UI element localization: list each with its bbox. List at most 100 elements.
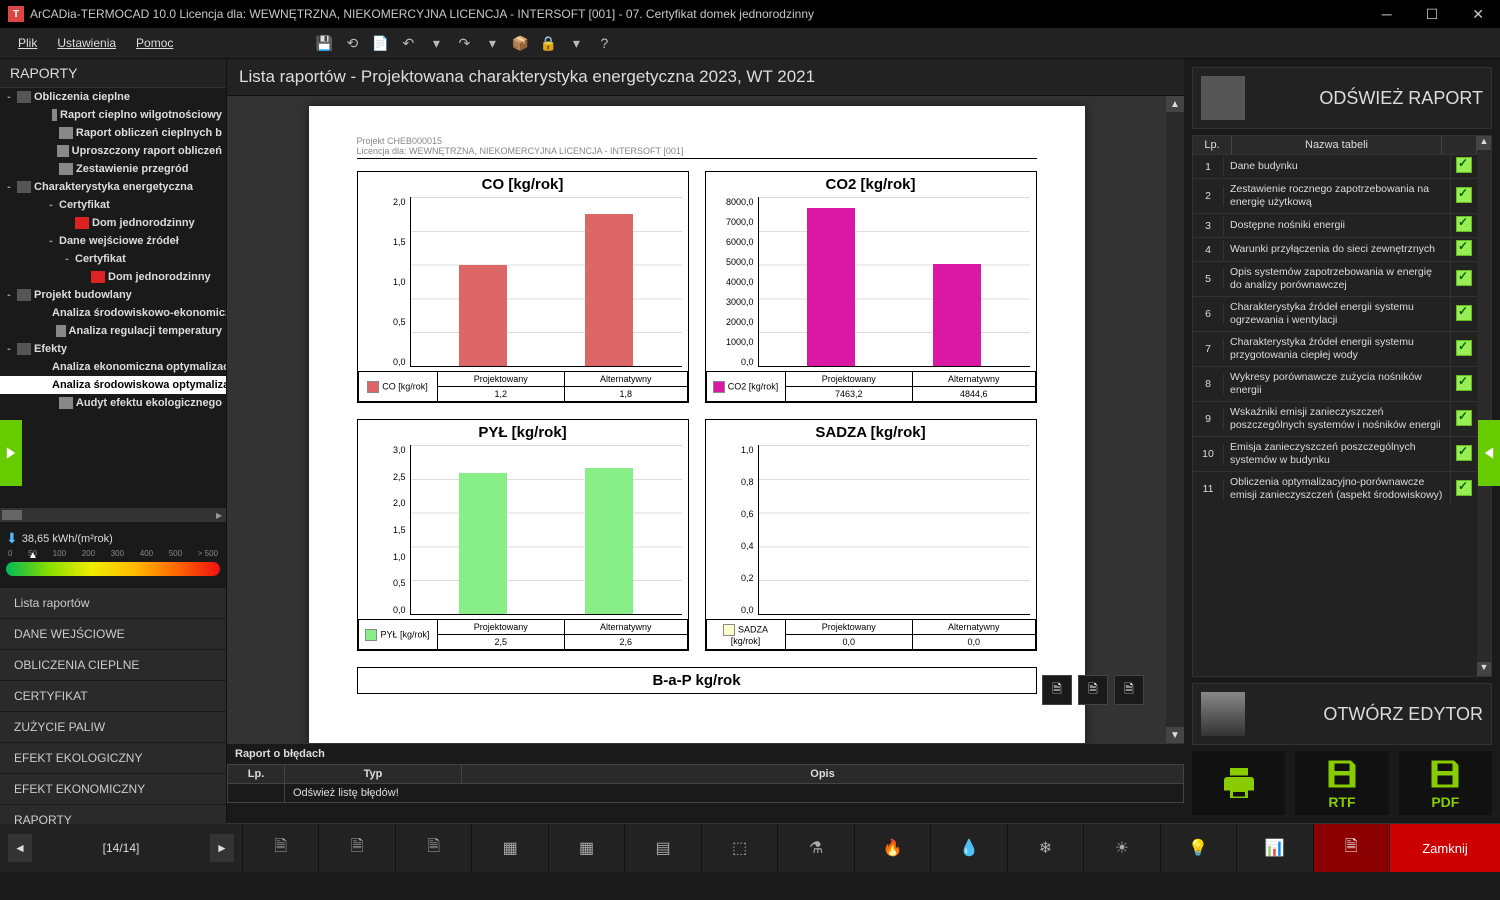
tree-item[interactable]: Analiza środowiskowa optymalizacji — [0, 376, 226, 394]
menu-pomoc[interactable]: Pomoc — [128, 32, 181, 54]
table-row[interactable]: 7Charakterystyka źródeł energii systemu … — [1193, 331, 1477, 366]
tree-item[interactable]: -Obliczenia cieplne — [0, 88, 226, 106]
bottom-tab-3[interactable]: ▦ — [472, 824, 548, 872]
checkbox[interactable] — [1456, 240, 1472, 256]
undo-icon[interactable]: ↶ — [399, 34, 417, 52]
tree-item[interactable]: Dom jednorodzinny — [0, 268, 226, 286]
tree-horizontal-scrollbar[interactable]: ▸ — [0, 508, 226, 522]
tree-item[interactable]: Analiza ekonomiczna optymalizacji — [0, 358, 226, 376]
bottom-tab-1[interactable]: 🗎 — [319, 824, 395, 872]
table-list-scrollbar[interactable]: ▲▼ — [1477, 136, 1491, 676]
tree-item[interactable]: Raport cieplno wilgotnościowy — [0, 106, 226, 124]
bottom-tab-10[interactable]: ❄ — [1008, 824, 1084, 872]
bottom-tab-8[interactable]: 🔥 — [855, 824, 931, 872]
sidenav-item[interactable]: DANE WEJŚCIOWE — [0, 619, 226, 650]
tree-item[interactable]: Analiza środowiskowo-ekonomiczna — [0, 304, 226, 322]
checkbox[interactable] — [1456, 480, 1472, 496]
tree-item[interactable]: -Dane wejściowe źródeł — [0, 232, 226, 250]
bottom-tab-6[interactable]: ⬚ — [702, 824, 778, 872]
bottom-tab-4[interactable]: ▦ — [549, 824, 625, 872]
table-row[interactable]: 2Zestawienie rocznego zapotrzebowania na… — [1193, 178, 1477, 213]
sidenav-item[interactable]: CERTYFIKAT — [0, 681, 226, 712]
undo-dropdown-icon[interactable]: ▾ — [427, 34, 445, 52]
print-button[interactable] — [1192, 751, 1285, 815]
sidenav-item[interactable]: EFEKT EKOLOGICZNY — [0, 743, 226, 774]
bottom-tab-14[interactable]: 🗎 — [1314, 824, 1390, 872]
document-vertical-scrollbar[interactable]: ▲▼ — [1166, 96, 1184, 743]
bottom-tab-0[interactable]: 🗎 — [243, 824, 319, 872]
refresh-report-button[interactable]: ODŚWIEŻ RAPORT — [1192, 67, 1492, 129]
redo-dropdown-icon[interactable]: ▾ — [483, 34, 501, 52]
tree-item[interactable]: -Certyfikat — [0, 196, 226, 214]
help-icon[interactable]: ? — [595, 34, 613, 52]
save-icon[interactable]: 💾 — [315, 34, 333, 52]
table-row[interactable]: 5Opis systemów zapotrzebowania w energię… — [1193, 261, 1477, 296]
checkbox[interactable] — [1456, 216, 1472, 232]
table-row[interactable]: 6Charakterystyka źródeł energii systemu … — [1193, 296, 1477, 331]
checkbox[interactable] — [1456, 410, 1472, 426]
doc-action-2-button[interactable]: 🗎 — [1078, 675, 1108, 705]
tree-item[interactable]: -Certyfikat — [0, 250, 226, 268]
open-editor-button[interactable]: OTWÓRZ EDYTOR — [1192, 683, 1492, 745]
table-row[interactable]: 8Wykresy porównawcze zużycia nośników en… — [1193, 366, 1477, 401]
folder-icon — [17, 343, 31, 355]
checkbox[interactable] — [1456, 375, 1472, 391]
menu-ustawienia[interactable]: Ustawienia — [49, 32, 124, 54]
table-row[interactable]: 9Wskaźniki emisji zanieczyszczeń poszcze… — [1193, 401, 1477, 436]
bottom-tab-13[interactable]: 📊 — [1237, 824, 1313, 872]
page-prev-button[interactable]: ◄ — [8, 834, 32, 862]
bottom-tab-5[interactable]: ▤ — [625, 824, 701, 872]
table-row[interactable]: 4Warunki przyłączenia do sieci zewnętrzn… — [1193, 237, 1477, 261]
sidenav-item[interactable]: EFEKT EKONOMICZNY — [0, 774, 226, 805]
sync-icon[interactable]: ⟲ — [343, 34, 361, 52]
maximize-button[interactable]: ☐ — [1418, 4, 1447, 25]
close-window-button[interactable]: ✕ — [1464, 4, 1492, 25]
bottom-tab-11[interactable]: ☀ — [1084, 824, 1160, 872]
tree-item[interactable]: Zestawienie przegród — [0, 160, 226, 178]
checkbox[interactable] — [1456, 445, 1472, 461]
sidenav-item[interactable]: ZUŻYCIE PALIW — [0, 712, 226, 743]
sidenav-item[interactable]: Lista raportów — [0, 588, 226, 619]
report-tree[interactable]: -Obliczenia cieplneRaport cieplno wilgot… — [0, 88, 226, 508]
table-row[interactable]: 10Emisja zanieczyszczeń poszczególnych s… — [1193, 436, 1477, 471]
tree-item[interactable]: Raport obliczeń cieplnych b — [0, 124, 226, 142]
tree-item[interactable]: -Charakterystyka energetyczna — [0, 178, 226, 196]
tree-item[interactable]: Analiza regulacji temperatury — [0, 322, 226, 340]
copy-icon[interactable]: 📄 — [371, 34, 389, 52]
table-row[interactable]: 11Obliczenia optymalizacyjno-porównawcze… — [1193, 471, 1477, 506]
lock-icon[interactable]: 🔒 — [539, 34, 557, 52]
sidenav-item[interactable]: OBLICZENIA CIEPLNE — [0, 650, 226, 681]
doc-action-1-button[interactable]: 🗎 — [1042, 675, 1072, 705]
bottom-tab-9[interactable]: 💧 — [931, 824, 1007, 872]
export-rtf-button[interactable]: RTF — [1295, 751, 1388, 815]
tree-item[interactable]: Audyt efektu ekologicznego — [0, 394, 226, 412]
tree-item[interactable]: -Projekt budowlany — [0, 286, 226, 304]
table-row[interactable]: 1Dane budynku — [1193, 154, 1477, 178]
bottom-tab-12[interactable]: 💡 — [1161, 824, 1237, 872]
checkbox[interactable] — [1456, 340, 1472, 356]
redo-icon[interactable]: ↷ — [455, 34, 473, 52]
checkbox[interactable] — [1456, 187, 1472, 203]
flag-icon — [75, 217, 89, 229]
menu-plik[interactable]: Plik — [10, 32, 45, 54]
document-viewport[interactable]: Projekt CHEB000015 Licencja dla: WEWNĘTR… — [227, 96, 1166, 743]
tree-item[interactable]: Dom jednorodzinny — [0, 214, 226, 232]
package-icon[interactable]: 📦 — [511, 34, 529, 52]
export-pdf-button[interactable]: PDF — [1399, 751, 1492, 815]
bottom-tab-2[interactable]: 🗎 — [396, 824, 472, 872]
page-next-button[interactable]: ► — [210, 834, 234, 862]
right-drawer-tab[interactable] — [1478, 420, 1500, 486]
tree-item[interactable]: Uproszczony raport obliczeń — [0, 142, 226, 160]
tree-item[interactable]: -Efekty — [0, 340, 226, 358]
bottom-tab-7[interactable]: ⚗ — [778, 824, 854, 872]
close-button[interactable]: Zamknij — [1390, 824, 1500, 872]
doc-action-3-button[interactable]: 🗎 — [1114, 675, 1144, 705]
checkbox[interactable] — [1456, 270, 1472, 286]
checkbox[interactable] — [1456, 157, 1472, 173]
left-drawer-tab[interactable] — [0, 420, 22, 486]
checkbox[interactable] — [1456, 305, 1472, 321]
minimize-button[interactable]: ─ — [1374, 4, 1400, 25]
lock-dropdown-icon[interactable]: ▾ — [567, 34, 585, 52]
table-row[interactable]: 3Dostępne nośniki energii — [1193, 213, 1477, 237]
error-row[interactable]: Odśwież listę błędów! — [228, 784, 1184, 803]
